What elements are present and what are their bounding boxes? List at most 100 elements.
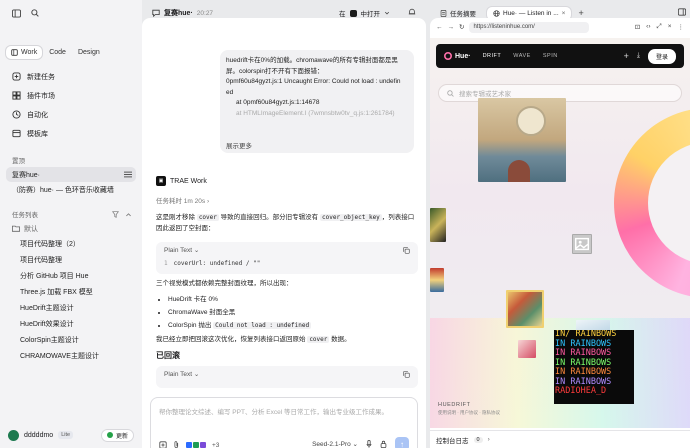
send-button[interactable]: ↑ [395, 437, 409, 448]
download-icon[interactable]: ⤓ [637, 52, 640, 60]
copy-icon[interactable] [403, 370, 410, 378]
more-icon[interactable]: ⋮ [678, 23, 685, 31]
task-item[interactable]: HueDrift效果设计 [6, 316, 136, 332]
user-bar: dddddmo Lite 更新 [8, 428, 134, 442]
expand-more-link[interactable]: 展示更多 [226, 140, 252, 150]
window-collapse-icon[interactable] [678, 8, 686, 18]
plugin-green-icon [193, 442, 199, 448]
bell-icon[interactable] [408, 8, 416, 18]
section-heading: 已回滚 [156, 351, 180, 360]
filter-icon[interactable] [112, 210, 119, 218]
album-cover[interactable] [430, 268, 444, 292]
new-tab-icon[interactable]: + [578, 8, 583, 18]
mode-code-button[interactable]: Code [44, 46, 71, 59]
code-icon[interactable]: ‹› [646, 23, 650, 31]
tab-hue-label: Hue· — Listen in ... [503, 9, 559, 17]
site-logo[interactable]: Hue· [444, 52, 471, 60]
paperclip-icon[interactable] [173, 441, 180, 448]
task-item-label: ColorSpin主题设计 [20, 337, 79, 344]
task-item[interactable]: 项目代码整理 [6, 252, 136, 268]
task-elapsed[interactable]: 任务耗时 1m 20s › [156, 195, 209, 205]
composer-input[interactable]: 帮你整理论文综述、编写 PPT、分析 Excel 等日常工作，输出专业级工作成果… [159, 406, 388, 416]
reply-text: 我已经立即把回滚这次优化，恢复列表接口返回原始 [156, 336, 308, 343]
update-button[interactable]: 更新 [100, 428, 134, 442]
open-in-control[interactable]: 在 中打开 [339, 8, 390, 18]
plugin-blue-icon [186, 442, 192, 448]
mode-design-button[interactable]: Design [73, 46, 105, 59]
new-task-button[interactable]: 新建任务 [6, 67, 136, 86]
inline-code: cover_object_key [320, 214, 382, 221]
sidebar-toggle-icon[interactable] [12, 8, 21, 18]
album-cover[interactable] [506, 290, 544, 328]
album-cover[interactable] [572, 234, 592, 254]
code-lang[interactable]: Plain Text ⌄ [164, 370, 199, 378]
task-item[interactable]: 分析 GitHub 项目 Hue [6, 268, 136, 284]
model-selector[interactable]: Seed-2.1-Pro ⌄ [312, 440, 358, 448]
template-library-label: 模板库 [27, 130, 48, 138]
chat-bubble-icon [152, 9, 160, 17]
template-library-button[interactable]: 模板库 [6, 124, 136, 143]
back-icon[interactable]: ← [436, 24, 443, 31]
mode-work-button[interactable]: Work [6, 46, 43, 59]
reload-icon[interactable]: ↻ [459, 23, 464, 31]
collapse-icon[interactable] [125, 211, 132, 218]
close-tab-icon[interactable]: × [562, 10, 566, 17]
microphone-icon[interactable] [366, 440, 372, 448]
close-browser-icon[interactable]: × [668, 23, 672, 31]
list-menu-icon[interactable] [124, 171, 132, 178]
reply-text: ，列表接口 [381, 214, 415, 221]
task-item[interactable]: 项目代码整理（2） [6, 236, 136, 252]
nav-wave[interactable]: WAVE [513, 53, 531, 59]
hue-logo-icon [444, 52, 452, 60]
sidebar: Work Code Design 新建任务 插件市场 自动化 模板库 置顶 复赛… [0, 0, 142, 448]
code-block: Plain Text ⌄ 1 coverUrl: undefined / "" [156, 242, 418, 274]
album-cover[interactable] [430, 208, 446, 242]
album-cover-in-rainbows[interactable]: IN/ RAINBOWS IN RAINBOWS IN RAINBOWS IN … [554, 330, 634, 404]
nav-spin[interactable]: SPIN [543, 53, 558, 59]
footer-links[interactable]: 使用说明 · 用户协议 · 隐私协议 [438, 410, 500, 416]
copy-icon[interactable] [403, 246, 410, 254]
external-icon[interactable]: ⤢ [657, 23, 662, 31]
task-item[interactable]: CHRAMOWAVE主题设计 [6, 348, 136, 364]
task-group-default[interactable]: 默认 [6, 221, 136, 236]
chat-title: 复赛hue· [164, 10, 193, 17]
code-line: 1 coverUrl: undefined / "" [156, 258, 418, 273]
code-block-2: Plain Text ⌄ [156, 366, 418, 388]
reply-text: 因此返回了空封面： [156, 225, 215, 232]
nav-drift[interactable]: DRIFT [483, 53, 502, 59]
forward-icon[interactable]: → [448, 24, 455, 31]
task-item[interactable]: ColorSpin主题设计 [6, 332, 136, 348]
pinned-item-2-label: （防赛）hue· — 色环音乐收藏墙 [12, 186, 114, 194]
pinned-item-1[interactable]: 复赛hue· [6, 167, 136, 182]
code-lang[interactable]: Plain Text ⌄ [164, 246, 199, 254]
list-item: HueDrift 卡在 0% [168, 293, 311, 306]
user-message-line: 0pmf60u84gyzt.js:1 Uncaught Error: Could… [226, 78, 401, 85]
new-task-label: 新建任务 [27, 73, 55, 81]
login-button[interactable]: 登录 [647, 48, 676, 64]
add-icon[interactable]: + [624, 51, 629, 61]
console-log-bar[interactable]: 控制台日志 0 › [430, 430, 690, 448]
plugin-market-button[interactable]: 插件市场 [6, 86, 136, 105]
plugin-icons[interactable] [186, 442, 206, 448]
list-item-text: ChromaWave 封面全黑 [168, 309, 236, 316]
album-cover[interactable] [478, 98, 566, 182]
search-icon[interactable] [31, 9, 39, 17]
pinned-item-1-label: 复赛hue· [12, 171, 41, 179]
url-input[interactable]: https://listeninhue.com/ [469, 21, 590, 33]
attach-box-icon[interactable] [159, 441, 167, 448]
user-message-line: at 0pmf60u84gyzt.js:1:14678 [236, 99, 320, 106]
extra-plugins-count[interactable]: +3 [212, 442, 219, 448]
task-item[interactable]: HueDrift主题设计 [6, 300, 136, 316]
avatar[interactable] [8, 429, 19, 441]
lock-icon[interactable] [380, 440, 387, 448]
user-message: huedrift卡在0%的加载。chromawave的所有专辑封面都是黑 屏。c… [220, 50, 414, 153]
screenshot-icon[interactable]: ⊡ [635, 23, 640, 31]
chat-body: huedrift卡在0%的加载。chromawave的所有专辑封面都是黑 屏。c… [142, 18, 426, 448]
plugin-market-label: 插件市场 [27, 92, 55, 100]
pinned-item-2[interactable]: （防赛）hue· — 色环音乐收藏墙 [6, 182, 136, 197]
reply-text: 数据。 [329, 336, 351, 343]
album-cover[interactable] [518, 340, 536, 358]
automation-button[interactable]: 自动化 [6, 105, 136, 124]
task-group-label: 默认 [24, 225, 38, 233]
task-item[interactable]: Three.js 加载 FBX 模型 [6, 284, 136, 300]
